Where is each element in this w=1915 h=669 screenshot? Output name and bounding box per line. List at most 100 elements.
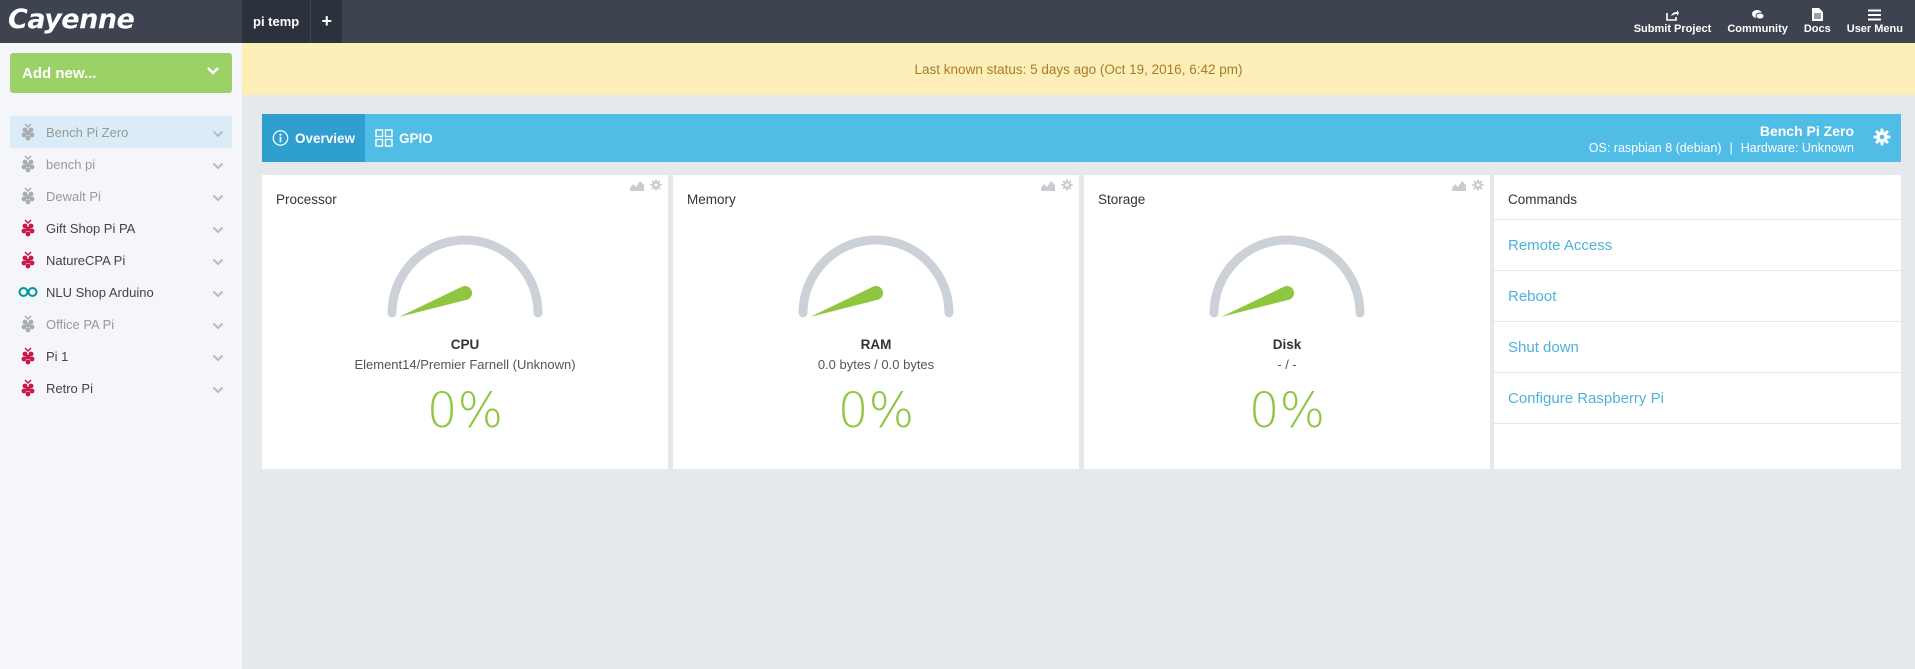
community-label: Community [1727,22,1788,35]
processor-widget: Processor CPU Element14/Premier Farnell … [262,175,668,469]
raspberry-pi-icon [18,250,38,270]
tab-overview-label: Overview [294,130,355,146]
top-bar: Cayenne pi temp + Submit Project Communi… [0,0,1915,43]
gauge-needle [810,285,884,317]
sidebar-device-item[interactable]: Gift Shop Pi PA [10,212,232,244]
sidebar-device-item[interactable]: NatureCPA Pi [10,244,232,276]
chevron-down-icon[interactable] [212,158,224,173]
configure-raspberry-pi-link[interactable]: Configure Raspberry Pi [1494,373,1901,424]
tab-pi-temp[interactable]: pi temp [242,0,312,43]
chevron-down-icon[interactable] [212,190,224,205]
grid-icon [375,129,393,147]
storage-widget: Storage Disk - / - 0% [1084,175,1490,469]
ram-gauge [798,235,954,318]
chevron-down-icon [207,67,219,75]
widget-tools [1041,179,1073,191]
docs-button[interactable]: Docs [1796,0,1839,43]
tab-gpio[interactable]: GPIO [365,114,443,162]
chevron-down-icon[interactable] [212,254,224,269]
gear-icon[interactable] [1873,128,1891,146]
gear-icon[interactable] [650,179,662,191]
add-new-button[interactable]: Add new... [10,53,232,93]
chart-icon[interactable] [1452,179,1466,191]
raspberry-pi-icon [18,314,38,334]
commands-title: Commands [1494,175,1901,220]
raspberry-pi-icon [18,346,38,366]
widget-subtitle: - / - [1277,357,1297,372]
raspberry-pi-icon [18,186,38,206]
tab-gpio-label: GPIO [399,130,433,146]
widget-tools [630,179,662,191]
device-hardware: Hardware: Unknown [1740,141,1854,155]
widget-value: 0% [837,383,915,439]
device-label: Bench Pi Zero [46,124,129,140]
device-label: NLU Shop Arduino [46,284,154,300]
device-meta: OS: raspbian 8 (debian) | Hardware: Unknow… [1589,141,1854,155]
sidebar-device-item[interactable]: NLU Shop Arduino [10,276,232,308]
chevron-down-icon[interactable] [212,382,224,397]
chart-icon[interactable] [1041,179,1055,191]
sidebar-device-item[interactable]: Retro Pi [10,372,232,404]
add-tab-button[interactable]: + [311,0,344,43]
docs-label: Docs [1803,23,1831,35]
chart-icon[interactable] [630,179,644,191]
widget-label: Disk [1272,337,1302,352]
gear-icon[interactable] [1472,179,1484,191]
shut-down-link[interactable]: Shut down [1494,322,1901,373]
meta-separator: | [1729,141,1733,155]
status-banner: Last known status: 5 days ago (Oct 19, 2… [242,43,1915,95]
user-menu-label: User Menu [1846,22,1903,35]
document-icon [1811,8,1823,21]
device-label: Office PA Pi [46,316,115,332]
user-menu-button[interactable]: User Menu [1839,0,1911,43]
info-icon [272,130,289,146]
raspberry-pi-icon [18,378,38,398]
chevron-down-icon[interactable] [212,350,224,365]
device-label: NatureCPA Pi [46,252,126,268]
cayenne-logo[interactable]: Cayenne [8,4,135,35]
tab-overview[interactable]: Overview [262,114,365,162]
sidebar-device-item[interactable]: Bench Pi Zero [10,116,232,148]
gear-icon[interactable] [1061,179,1073,191]
sidebar-device-item[interactable]: Office PA Pi [10,308,232,340]
widget-value: 0% [1248,383,1326,439]
widget-title: Storage [1098,192,1146,207]
arduino-icon [18,282,38,302]
device-name: Bench Pi Zero [1759,123,1854,139]
memory-widget: Memory RAM 0.0 bytes / 0.0 bytes 0% [673,175,1079,469]
sidebar-device-item[interactable]: bench pi [10,148,232,180]
cpu-gauge [387,235,543,318]
raspberry-pi-icon [18,154,38,174]
widget-tools [1452,179,1484,191]
sidebar-device-item[interactable]: Dewalt Pi [10,180,232,212]
menu-icon [1868,9,1882,20]
device-label: bench pi [46,156,96,172]
chevron-down-icon[interactable] [212,286,224,301]
sidebar-device-item[interactable]: Pi 1 [10,340,232,372]
chevron-down-icon[interactable] [212,222,224,237]
commands-panel: Commands Remote Access Reboot Shut down … [1494,175,1901,469]
widget-label: CPU [450,337,480,352]
remote-access-link[interactable]: Remote Access [1494,220,1901,271]
widget-subtitle: Element14/Premier Farnell (Unknown) [354,357,576,372]
chevron-down-icon[interactable] [212,318,224,333]
add-new-label: Add new... [22,64,97,82]
device-os: OS: raspbian 8 (debian) [1588,141,1722,155]
device-info: Bench Pi Zero OS: raspbian 8 (debian) | Ha… [1589,123,1854,155]
share-icon [1666,9,1680,21]
community-button[interactable]: Community [1719,0,1796,43]
chevron-down-icon[interactable] [212,126,224,141]
raspberry-pi-icon [18,218,38,238]
chat-icon [1751,9,1765,19]
device-header: Overview GPIO Bench Pi Zero OS: raspbian… [262,114,1901,162]
top-nav: Submit Project Community Docs User Menu [1626,0,1911,43]
gauge-needle [399,285,473,317]
submit-project-button[interactable]: Submit Project [1626,0,1720,43]
reboot-link[interactable]: Reboot [1494,271,1901,322]
device-label: Dewalt Pi [46,188,101,204]
last-known-status: Last known status: 5 days ago (Oct 19, 2… [914,61,1243,77]
sidebar: Add new... Bench Pi Zero bench pi Dewalt P… [0,43,242,669]
submit-project-label: Submit Project [1633,22,1712,35]
project-tabs: pi temp + [242,0,344,43]
widget-subtitle: 0.0 bytes / 0.0 bytes [817,357,935,372]
